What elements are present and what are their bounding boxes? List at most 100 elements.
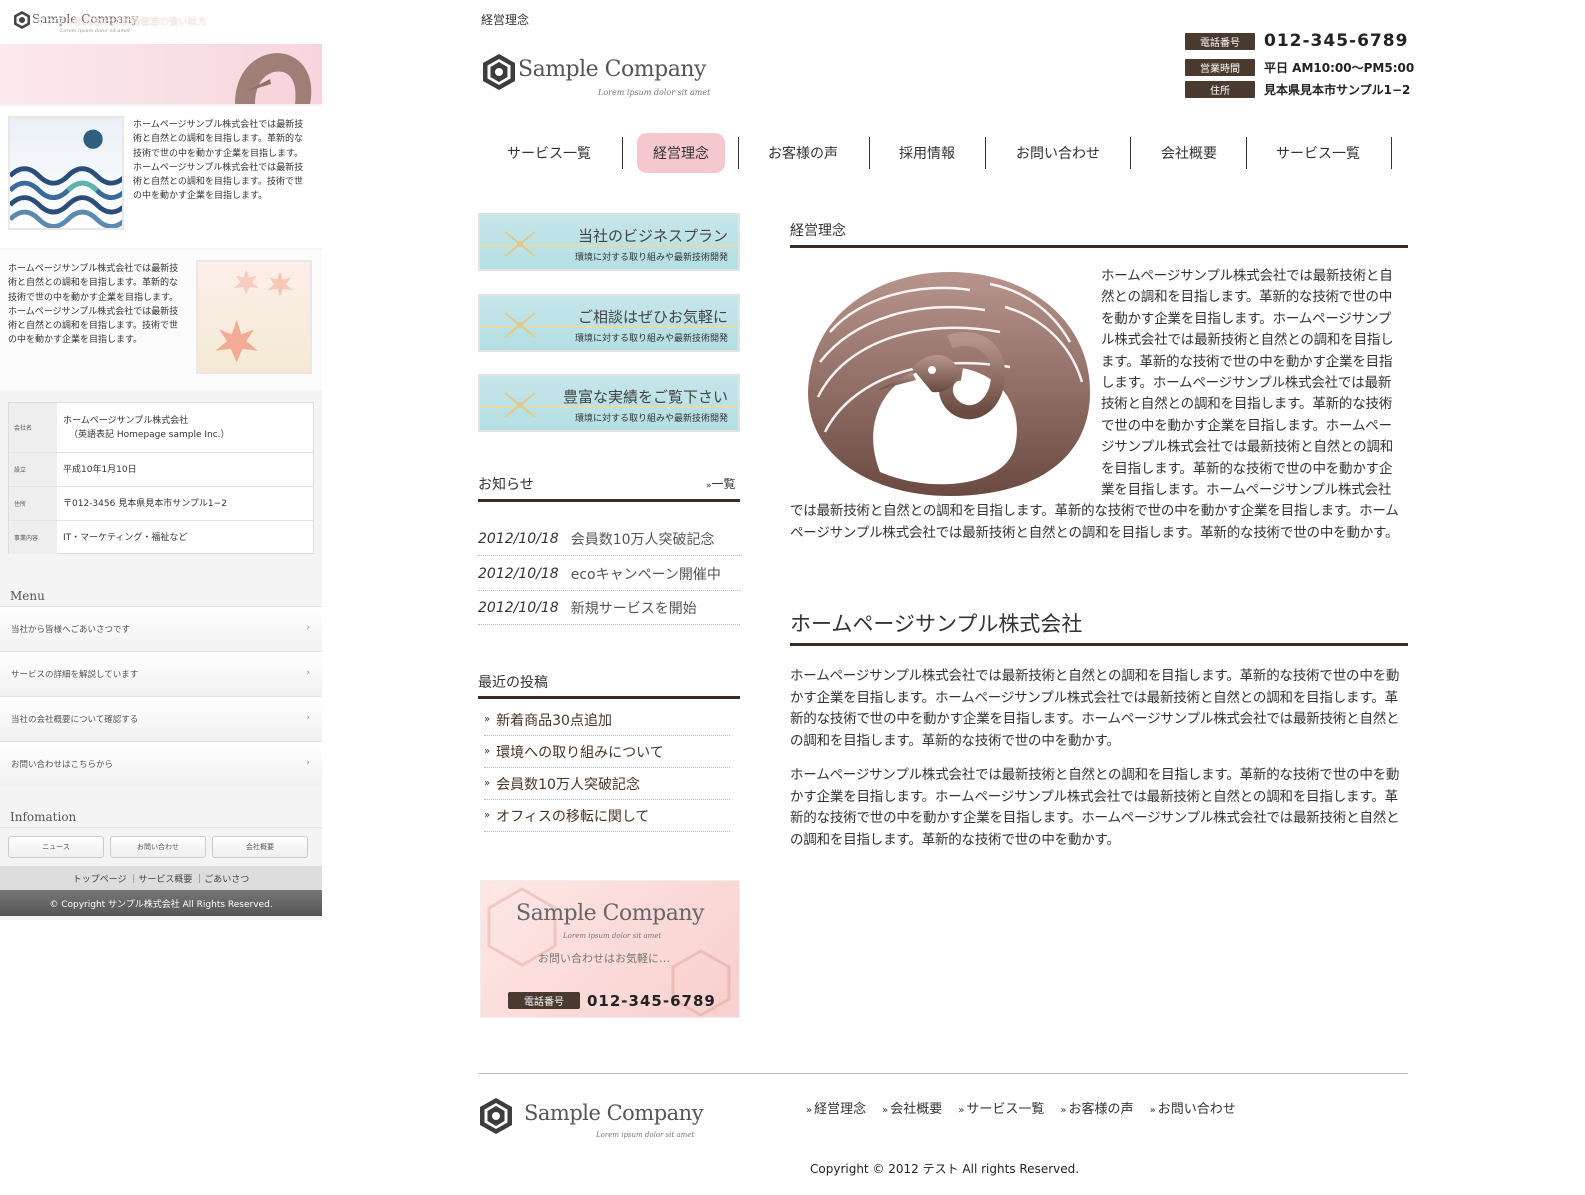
chevron-right-icon: › bbox=[306, 758, 310, 768]
mobile-intro-text-2: ホームページサンプル株式会社では最新技術と自然との調和を目指します。革新的な技術… bbox=[8, 264, 179, 346]
menu-item-label: 当社の会社概要について確認する bbox=[11, 715, 139, 725]
nav-separator bbox=[1246, 137, 1247, 169]
mobile-menu-item[interactable]: サービスの詳細を解説しています › bbox=[0, 651, 322, 696]
nav-item-services-2[interactable]: サービス一覧 bbox=[1249, 135, 1387, 171]
footer-link[interactable]: » お客様の声 bbox=[1060, 1098, 1133, 1117]
news-date: 2012/10/18 bbox=[478, 530, 559, 547]
news-item[interactable]: 2012/10/18 会員数10万人突破記念 bbox=[478, 522, 740, 556]
address-label-badge: 住所 bbox=[1185, 81, 1255, 98]
body-paragraph-2: ホームページサンプル株式会社では最新技術と自然との調和を目指します。革新的な技術… bbox=[790, 767, 1400, 849]
mobile-company-table: 会社名 ホームページサンプル株式会社 （英語表記 Homepage sample… bbox=[8, 402, 314, 554]
contact-banner[interactable]: Sample Company Lorem ipsum dolor sit ame… bbox=[480, 880, 740, 1018]
post-title: オフィスの移転に関して bbox=[496, 808, 650, 825]
nav-item-contact[interactable]: お問い合わせ bbox=[989, 135, 1127, 171]
footer-logo[interactable]: Sample Company bbox=[524, 1101, 704, 1125]
footer-link-label: 会社概要 bbox=[890, 1102, 943, 1117]
post-item[interactable]: » 会員数10万人突破記念 bbox=[484, 768, 730, 800]
breadcrumb: 経営理念 bbox=[481, 13, 530, 27]
footer-link-label: 経営理念 bbox=[814, 1102, 867, 1117]
global-nav: サービス一覧 経営理念 お客様の声 採用情報 お問い合わせ 会社概要 サービス一… bbox=[493, 133, 1403, 173]
mobile-banner-sub: Lorem ipsum dolor sit amet, consectetur … bbox=[40, 32, 142, 45]
raquo-icon: » bbox=[1060, 1105, 1067, 1116]
news-date: 2012/10/18 bbox=[478, 565, 559, 582]
nav-item-philosophy[interactable]: 経営理念 bbox=[637, 133, 725, 173]
nav-separator bbox=[1391, 137, 1392, 169]
news-more-link[interactable]: »一覧 bbox=[706, 475, 736, 492]
table-row: 事業内容 IT・マーケティング・福祉など bbox=[9, 521, 313, 554]
ribbon-knot-icon bbox=[504, 231, 536, 257]
header-hours: 平日 AM10:00〜PM5:00 bbox=[1264, 61, 1415, 75]
mobile-info-title: Infomation bbox=[10, 810, 77, 824]
footer-link[interactable]: » 経営理念 bbox=[806, 1098, 866, 1117]
banner-achievements[interactable]: 豊富な実績をご覧下さい 環境に対する取り組みや最新技術開発 bbox=[478, 374, 740, 432]
mobile-menu-title: Menu bbox=[10, 589, 45, 603]
ribbon-knot-icon bbox=[504, 312, 536, 338]
raquo-icon: » bbox=[882, 1105, 889, 1116]
banner-business-plan[interactable]: 当社のビジネスプラン 環境に対する取り組みや最新技術開発 bbox=[478, 213, 740, 271]
mobile-menu-item[interactable]: お問い合わせはこちらから › bbox=[0, 741, 322, 786]
table-label: 設立 bbox=[9, 453, 57, 486]
news-date: 2012/10/18 bbox=[478, 599, 559, 616]
contact-button[interactable]: お問い合わせ bbox=[110, 836, 206, 858]
news-item[interactable]: 2012/10/18 ecoキャンペーン開催中 bbox=[478, 557, 740, 591]
phone-label-badge: 電話番号 bbox=[1185, 33, 1255, 50]
footer-logo-tagline: Lorem ipsum dolor sit amet bbox=[596, 1131, 695, 1139]
contact-banner-logo: Sample Company bbox=[516, 901, 704, 926]
mobile-footer-links[interactable]: トップページ ｜サービス概要 ｜ごあいさつ bbox=[0, 866, 322, 890]
news-item[interactable]: 2012/10/18 新規サービスを開始 bbox=[478, 591, 740, 625]
site-logo[interactable]: Sample Company bbox=[518, 57, 706, 82]
table-value: 〒012-3456 見本県見本市サンプル1−2 bbox=[63, 498, 227, 509]
hours-label-badge: 営業時間 bbox=[1185, 59, 1255, 76]
mobile-intro-text-1: ホームページサンプル株式会社では最新技術と自然との調和を目指します。革新的な技術… bbox=[133, 120, 304, 202]
banner-title: ご相談はぜひお気軽に bbox=[577, 308, 728, 326]
recent-posts-title: 最近の投稿 bbox=[478, 675, 548, 691]
menu-item-label: 当社から皆様へごあいさつです bbox=[11, 625, 131, 635]
section-rule bbox=[790, 643, 1408, 646]
post-title: 新着商品30点追加 bbox=[496, 712, 612, 729]
nav-separator bbox=[1130, 137, 1131, 169]
banner-consult[interactable]: ご相談はぜひお気軽に 環境に対する取り組みや最新技術開発 bbox=[478, 294, 740, 352]
menu-item-label: サービスの詳細を解説しています bbox=[11, 670, 139, 680]
post-item[interactable]: » オフィスの移転に関して bbox=[484, 800, 730, 832]
post-item[interactable]: » 環境への取り組みについて bbox=[484, 736, 730, 768]
table-label: 事業内容 bbox=[9, 521, 57, 554]
footer-link[interactable]: » お問い合わせ bbox=[1150, 1098, 1236, 1117]
table-label: 住所 bbox=[9, 487, 57, 520]
site-copyright: Copyright © 2012 テスト All rights Reserved… bbox=[810, 1162, 1080, 1176]
mobile-preview: Sample Company Lorem ipsum dolor sit ame… bbox=[0, 0, 322, 920]
company-name-en: （英語表記 Homepage sample Inc.） bbox=[69, 429, 230, 440]
mobile-menu-item[interactable]: 当社から皆様へごあいさつです › bbox=[0, 606, 322, 651]
nav-item-services[interactable]: サービス一覧 bbox=[493, 135, 605, 171]
raquo-icon: » bbox=[484, 746, 491, 757]
posts-rule bbox=[478, 696, 740, 699]
raquo-icon: » bbox=[1149, 1105, 1156, 1116]
nav-item-company[interactable]: 会社概要 bbox=[1133, 135, 1245, 171]
philosophy-intro-text: ホームページサンプル株式会社では最新技術と自然との調和を目指します。革新的な技術… bbox=[790, 266, 1400, 544]
nav-item-voice[interactable]: お客様の声 bbox=[748, 135, 858, 171]
footer-link[interactable]: » サービス一覧 bbox=[958, 1098, 1044, 1117]
table-value: ホームページサンプル株式会社 （英語表記 Homepage sample Inc… bbox=[63, 403, 313, 452]
news-rule bbox=[478, 499, 740, 502]
image-float-spacer bbox=[790, 266, 1101, 500]
header-address: 見本県見本市サンプル1−2 bbox=[1264, 83, 1411, 97]
news-more-label: 一覧 bbox=[711, 477, 736, 491]
banner-sub: 環境に対する取り組みや最新技術開発 bbox=[574, 253, 728, 263]
raquo-icon: » bbox=[484, 778, 491, 789]
footer-link-label: サービス一覧 bbox=[966, 1102, 1045, 1117]
mobile-copyright: © Copyright サンプル株式会社 All Rights Reserved… bbox=[0, 890, 322, 916]
banner-title: 当社のビジネスプラン bbox=[577, 227, 728, 245]
footer-link[interactable]: » 会社概要 bbox=[882, 1098, 942, 1117]
nav-item-recruit[interactable]: 採用情報 bbox=[871, 135, 983, 171]
mobile-menu-item[interactable]: 当社の会社概要について確認する › bbox=[0, 696, 322, 741]
post-item[interactable]: » 新着商品30点追加 bbox=[484, 704, 730, 736]
news-button[interactable]: ニュース bbox=[8, 836, 104, 858]
news-text: ecoキャンペーン開催中 bbox=[570, 566, 721, 583]
mobile-banner-title: サンプル株式会社は財務管理の強い味方 bbox=[36, 17, 207, 28]
waves-image bbox=[8, 116, 124, 230]
company-button[interactable]: 会社概要 bbox=[212, 836, 308, 858]
table-value: IT・マーケティング・福祉など bbox=[63, 532, 188, 543]
mobile-info-buttons: ニュース お問い合わせ 会社概要 bbox=[0, 827, 322, 865]
news-text: 新規サービスを開始 bbox=[570, 600, 697, 617]
chevron-right-icon: › bbox=[306, 623, 310, 633]
raquo-icon: » bbox=[806, 1105, 813, 1116]
